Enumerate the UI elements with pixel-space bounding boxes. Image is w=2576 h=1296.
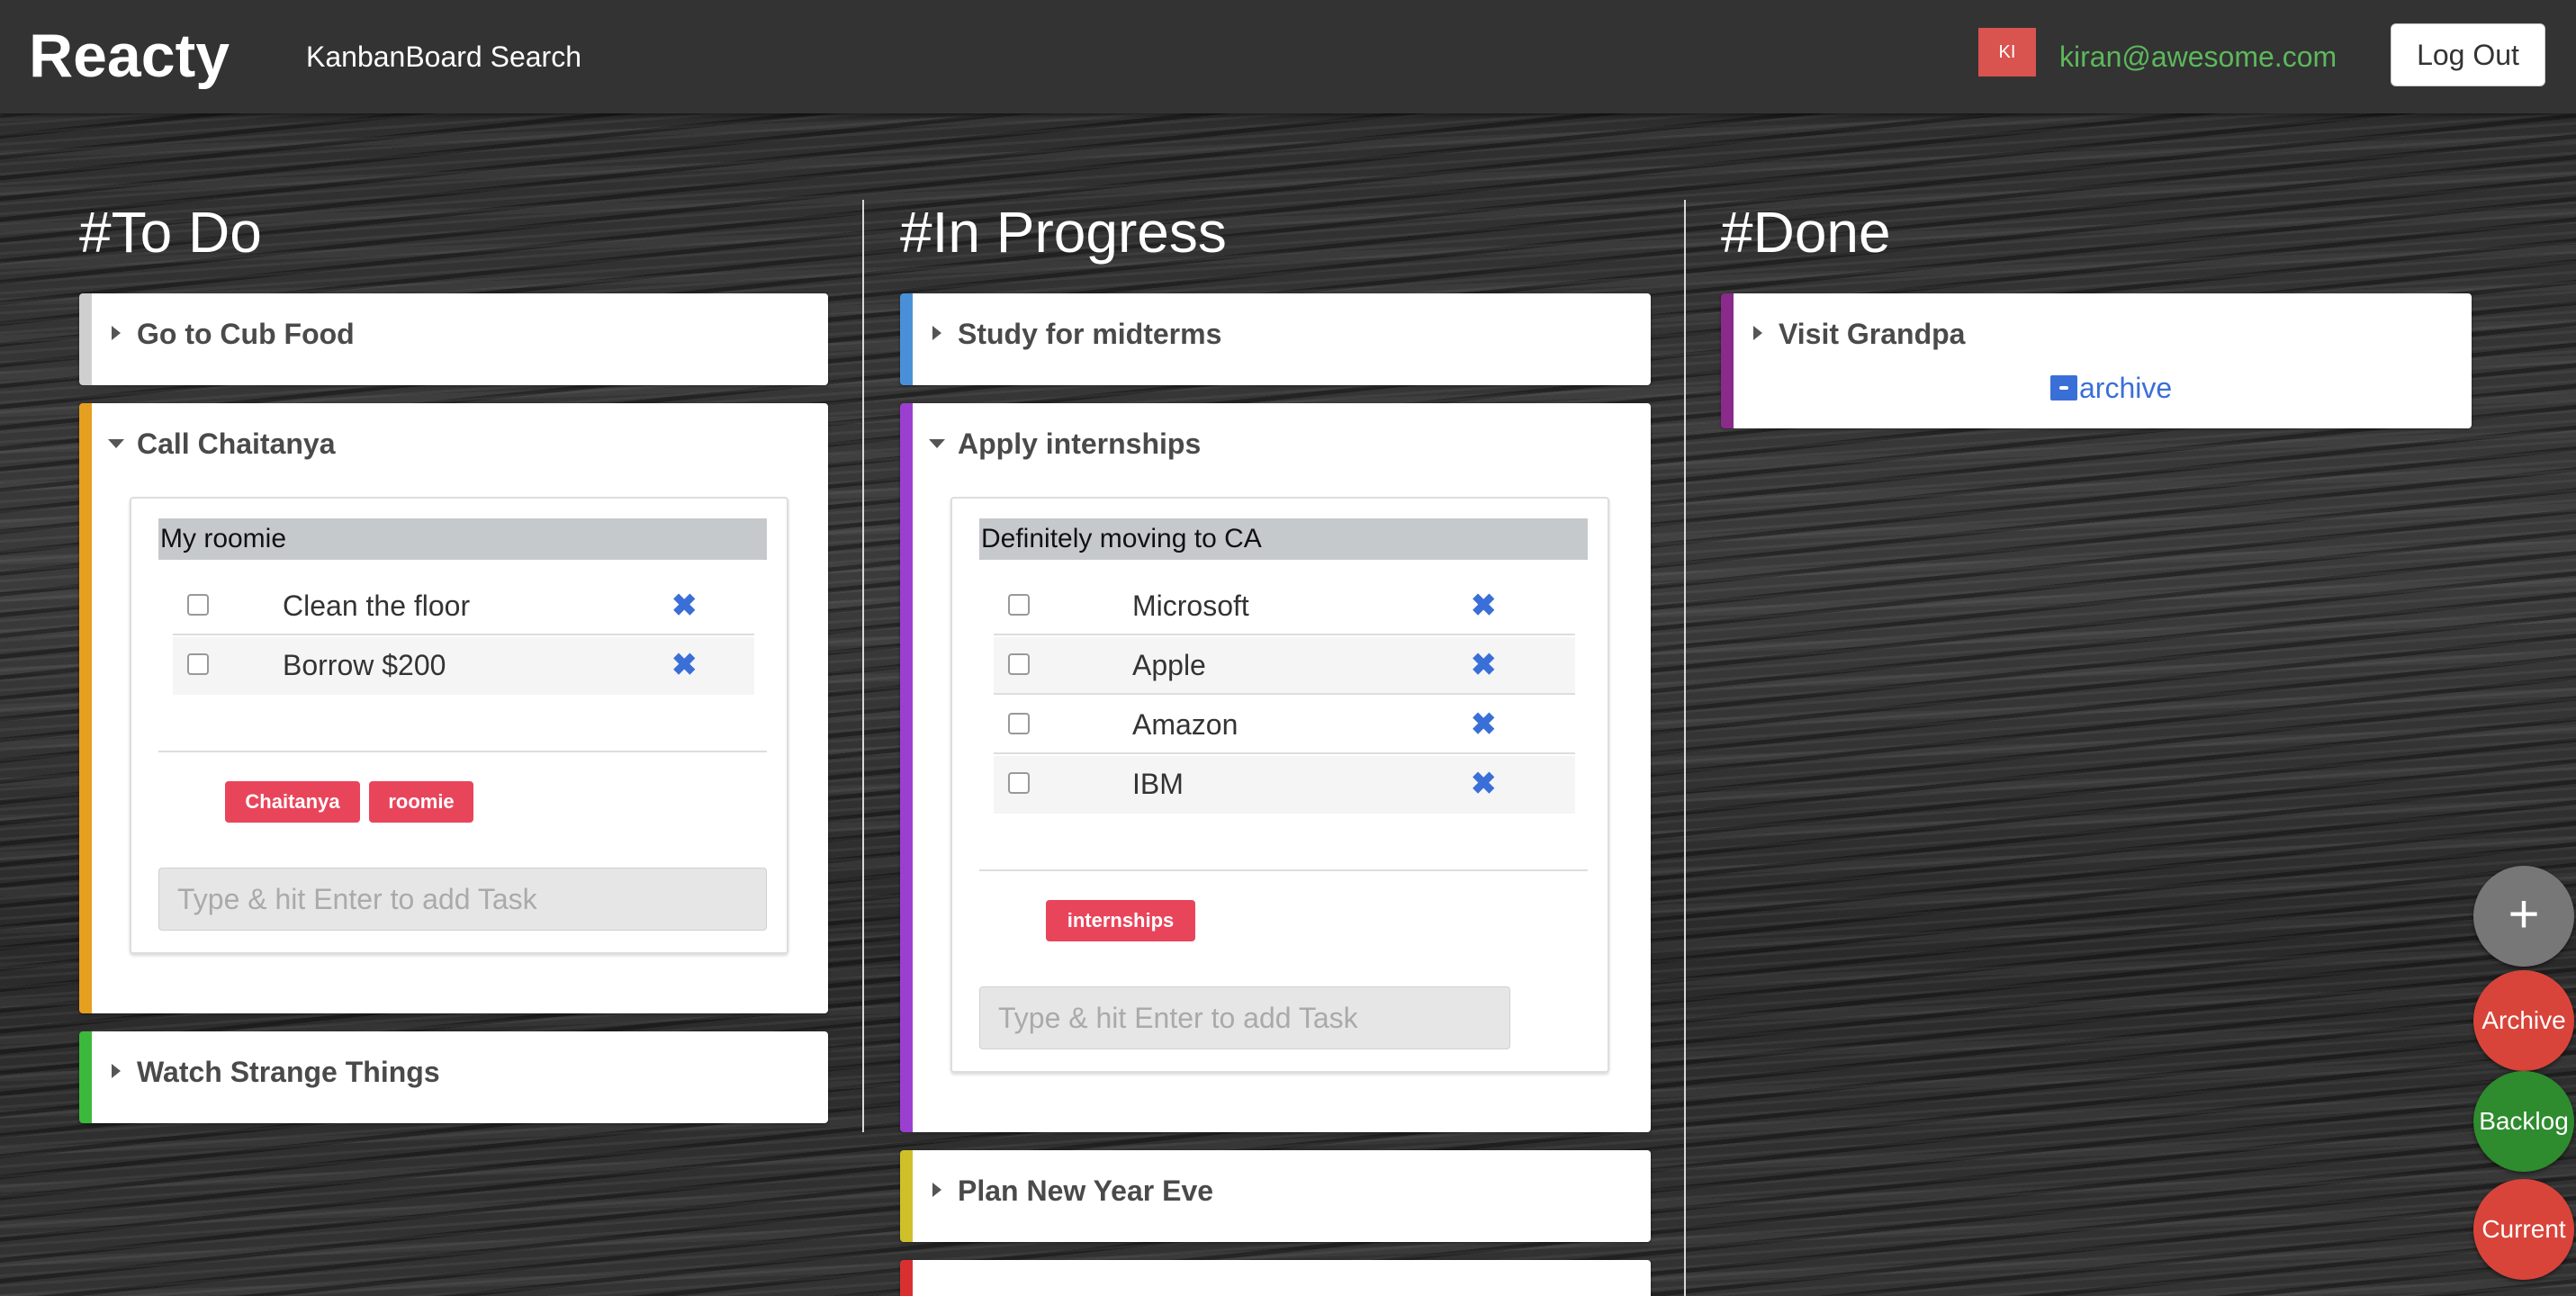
archive-button[interactable]: Archive xyxy=(2473,970,2574,1071)
logout-button[interactable]: Log Out xyxy=(2391,23,2545,86)
task-text: Amazon xyxy=(1132,708,1238,741)
task-text: Borrow $200 xyxy=(283,649,446,681)
card-title: Go to Cub Food xyxy=(137,318,355,350)
delete-task-icon[interactable]: ✖ xyxy=(1471,587,1497,625)
card-go-to-cub-food[interactable]: Go to Cub Food xyxy=(79,293,828,385)
user-email[interactable]: kiran@awesome.com xyxy=(2059,38,2337,76)
delete-task-icon[interactable]: ✖ xyxy=(671,646,698,684)
caret-down-icon[interactable] xyxy=(108,439,124,448)
card-call-chaitanya[interactable]: Call Chaitanya My roomie Clean the floor… xyxy=(79,403,828,1013)
task-checkbox[interactable] xyxy=(1008,713,1030,734)
caret-right-icon[interactable] xyxy=(1753,326,1762,340)
caret-right-icon[interactable] xyxy=(932,326,941,340)
task-row: Borrow $200 ✖ xyxy=(173,637,754,695)
nav-link-kanban-search[interactable]: KanbanBoard Search xyxy=(306,38,581,76)
column-title-in-progress: #In Progress xyxy=(900,200,1227,265)
divider xyxy=(158,751,767,752)
tag-internships[interactable]: internships xyxy=(1046,900,1195,941)
tag-roomie[interactable]: roomie xyxy=(369,781,473,823)
archive-label: archive xyxy=(2079,372,2173,404)
task-row: IBM ✖ xyxy=(994,756,1575,814)
card-title: Plan New Year Eve xyxy=(958,1174,1214,1207)
task-list-title: My roomie xyxy=(158,518,767,560)
task-row: Amazon ✖ xyxy=(994,697,1575,754)
divider xyxy=(979,869,1588,871)
task-row: Apple ✖ xyxy=(994,637,1575,695)
tag-chaitanya[interactable]: Chaitanya xyxy=(225,781,360,823)
task-text: Microsoft xyxy=(1132,590,1249,622)
avatar: KI xyxy=(1978,28,2036,76)
task-checkbox[interactable] xyxy=(187,653,209,675)
task-text: IBM xyxy=(1132,768,1184,800)
backlog-button[interactable]: Backlog xyxy=(2473,1071,2574,1172)
task-list-title: Definitely moving to CA xyxy=(979,518,1588,560)
delete-task-icon[interactable]: ✖ xyxy=(671,587,698,625)
task-list-panel: Definitely moving to CA Microsoft ✖ Appl… xyxy=(950,497,1609,1073)
card-title: Visit Grandpa xyxy=(1779,318,1966,350)
current-button[interactable]: Current xyxy=(2473,1179,2574,1280)
column-title-todo: #To Do xyxy=(79,200,262,265)
delete-task-icon[interactable]: ✖ xyxy=(1471,706,1497,743)
task-checkbox[interactable] xyxy=(1008,653,1030,675)
column-divider xyxy=(1684,200,1686,1296)
task-checkbox[interactable] xyxy=(1008,594,1030,616)
column-divider xyxy=(862,200,864,1132)
add-card-button[interactable]: + xyxy=(2473,866,2574,967)
brand-logo[interactable]: Reacty xyxy=(29,22,230,90)
card-apply-internships[interactable]: Apply internships Definitely moving to C… xyxy=(900,403,1651,1132)
card-title: Watch Strange Things xyxy=(137,1056,440,1088)
archive-icon xyxy=(2050,375,2077,400)
card-title: Study for midterms xyxy=(958,318,1222,350)
task-row: Clean the floor ✖ xyxy=(173,578,754,635)
caret-right-icon[interactable] xyxy=(112,1064,121,1078)
caret-right-icon[interactable] xyxy=(112,326,121,340)
task-checkbox[interactable] xyxy=(1008,772,1030,794)
delete-task-icon[interactable]: ✖ xyxy=(1471,765,1497,803)
card-watch-strange-things[interactable]: Watch Strange Things xyxy=(79,1031,828,1123)
task-list-panel: My roomie Clean the floor ✖ Borrow $200 … xyxy=(130,497,788,954)
delete-task-icon[interactable]: ✖ xyxy=(1471,646,1497,684)
task-row: Microsoft ✖ xyxy=(994,578,1575,635)
task-checkbox[interactable] xyxy=(187,594,209,616)
card-visit-grandpa[interactable]: Visit Grandpa archive xyxy=(1721,293,2472,428)
card-study-for-midterms[interactable]: Study for midterms xyxy=(900,293,1651,385)
add-task-input[interactable]: Type & hit Enter to add Task xyxy=(979,986,1510,1049)
card-plan-new-year-eve[interactable]: Plan New Year Eve xyxy=(900,1150,1651,1242)
caret-right-icon[interactable] xyxy=(932,1183,941,1197)
archive-link[interactable]: archive xyxy=(2050,369,2172,407)
top-navbar: Reacty KanbanBoard Search KI kiran@aweso… xyxy=(0,0,2576,113)
add-task-input[interactable]: Type & hit Enter to add Task xyxy=(158,868,767,931)
task-text: Apple xyxy=(1132,649,1206,681)
card-partial[interactable] xyxy=(900,1260,1651,1296)
task-text: Clean the floor xyxy=(283,590,471,622)
card-title: Call Chaitanya xyxy=(137,428,336,460)
card-title: Apply internships xyxy=(958,428,1202,460)
column-title-done: #Done xyxy=(1721,200,1891,265)
caret-down-icon[interactable] xyxy=(929,439,945,448)
